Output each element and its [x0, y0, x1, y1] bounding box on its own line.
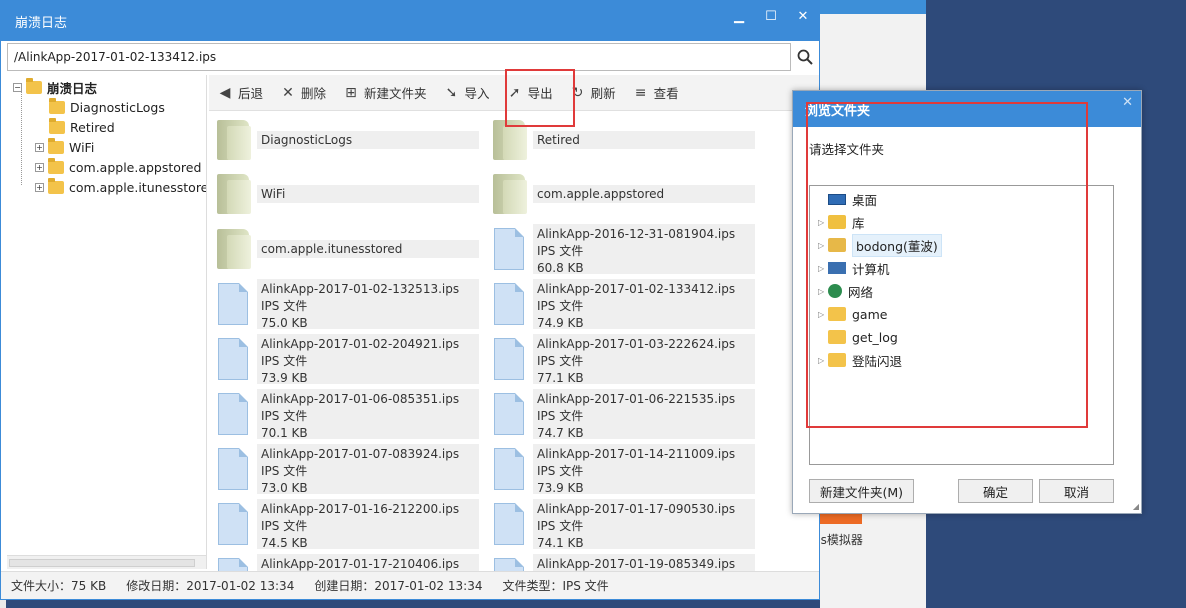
file-icon: [494, 393, 524, 435]
file-item[interactable]: AlinkApp-2017-01-06-085351.ips IPS 文件 70.1…: [209, 389, 479, 440]
file-icon: [218, 503, 248, 545]
file-icon: [494, 503, 524, 545]
file-item[interactable]: AlinkApp-2017-01-17-090530.ips IPS 文件 74.1…: [485, 499, 755, 550]
file-icon: [218, 338, 248, 380]
file-item[interactable]: AlinkApp-2017-01-16-212200.ips IPS 文件 74.5…: [209, 499, 479, 550]
file-icon: [494, 228, 524, 270]
file-item[interactable]: AlinkApp-2017-01-14-211009.ips IPS 文件 73.9…: [485, 444, 755, 495]
highlight-dialog: [806, 102, 1088, 428]
folder-icon: [49, 117, 65, 134]
dialog-ok-button[interactable]: 确定: [958, 479, 1033, 503]
file-icon: [218, 283, 248, 325]
delete-icon: ✕: [282, 84, 294, 101]
status-bar: 文件大小：75 KB 修改日期：2017-01-02 13:34 创建日期：20…: [1, 571, 819, 599]
tree-item-appstored[interactable]: + com.apple.appstored: [35, 157, 201, 177]
import-button[interactable]: ➘ 导入: [436, 83, 499, 102]
file-item[interactable]: AlinkApp-2017-01-02-132513.ips IPS 文件 75.0…: [209, 279, 479, 330]
file-icon: [218, 558, 248, 571]
tree-item-retired[interactable]: Retired: [49, 117, 115, 137]
close-icon[interactable]: ✕: [787, 1, 819, 31]
status-modified: 修改日期：2017-01-02 13:34: [126, 579, 295, 593]
expand-icon[interactable]: +: [35, 162, 44, 172]
folder-icon: [48, 157, 64, 174]
file-item[interactable]: AlinkApp-2017-01-07-083924.ips IPS 文件 73.0…: [209, 444, 479, 495]
delete-button[interactable]: ✕ 删除: [272, 83, 335, 102]
status-type: 文件类型：IPS 文件: [502, 579, 609, 593]
close-icon[interactable]: ✕: [1122, 95, 1133, 110]
status-size: 文件大小：75 KB: [11, 579, 107, 593]
view-icon: ≡: [634, 84, 647, 101]
folder-icon: [493, 174, 527, 214]
expand-icon[interactable]: +: [35, 182, 44, 192]
minimize-icon[interactable]: ▁: [723, 1, 755, 31]
folder-icon: [48, 137, 64, 154]
folder-item[interactable]: DiagnosticLogs: [209, 115, 479, 165]
file-icon: [494, 338, 524, 380]
file-item[interactable]: AlinkApp-2016-12-31-081904.ips IPS 文件 60.8…: [485, 224, 755, 275]
folder-item[interactable]: WiFi: [209, 169, 479, 219]
folder-icon: [217, 120, 251, 160]
file-item[interactable]: AlinkApp-2017-01-02-204921.ips IPS 文件 73.9…: [209, 334, 479, 385]
dialog-new-folder-button[interactable]: 新建文件夹(M): [809, 479, 914, 503]
file-item-selected[interactable]: AlinkApp-2017-01-02-133412.ips IPS 文件 74.9…: [485, 279, 755, 330]
folder-icon: [48, 177, 64, 194]
resize-grip-icon[interactable]: ◢: [1133, 502, 1139, 511]
import-icon: ➘: [445, 84, 458, 101]
collapse-icon[interactable]: −: [13, 82, 22, 92]
folder-icon: [26, 77, 42, 94]
file-icon: [494, 558, 524, 571]
view-button[interactable]: ≡ 查看: [625, 83, 688, 102]
tree-root[interactable]: − 崩溃日志: [13, 77, 97, 97]
folder-item[interactable]: com.apple.itunesstored: [209, 224, 479, 274]
search-icon[interactable]: [791, 43, 819, 71]
back-arrow-icon: ◀: [219, 84, 231, 101]
folder-item[interactable]: com.apple.appstored: [485, 169, 755, 219]
folder-tree: − 崩溃日志 DiagnosticLogs Retired + WiFi + c…: [7, 75, 207, 569]
folder-icon: [217, 229, 251, 269]
tree-item-diagnosticlogs[interactable]: DiagnosticLogs: [49, 97, 165, 117]
file-icon: [494, 283, 524, 325]
file-item[interactable]: AlinkApp-2017-01-19-085349.ips: [485, 554, 755, 571]
status-created: 创建日期：2017-01-02 13:34: [314, 579, 483, 593]
maximize-icon[interactable]: ☐: [755, 1, 787, 31]
crash-log-window: 崩溃日志 ▁ ☐ ✕ /AlinkApp-2017-01-02-133412.i…: [0, 0, 820, 600]
highlight-export: [505, 69, 575, 127]
new-folder-icon: ⊞: [345, 84, 357, 101]
back-button[interactable]: ◀ 后退: [209, 83, 272, 102]
new-folder-button[interactable]: ⊞ 新建文件夹: [335, 83, 436, 102]
tree-item-wifi[interactable]: + WiFi: [35, 137, 94, 157]
file-item[interactable]: AlinkApp-2017-01-03-222624.ips IPS 文件 77.1…: [485, 334, 755, 385]
file-icon: [218, 393, 248, 435]
file-icon: [218, 448, 248, 490]
file-item[interactable]: AlinkApp-2017-01-06-221535.ips IPS 文件 74.7…: [485, 389, 755, 440]
file-item[interactable]: AlinkApp-2017-01-17-210406.ips: [209, 554, 479, 571]
folder-icon: [49, 97, 65, 114]
tree-horizontal-scrollbar[interactable]: [7, 555, 206, 569]
tree-item-itunesstored[interactable]: + com.apple.itunesstored: [35, 177, 206, 197]
dialog-cancel-button[interactable]: 取消: [1039, 479, 1114, 503]
file-grid: DiagnosticLogs Retired WiFi com.apple.ap…: [209, 113, 769, 571]
file-icon: [494, 448, 524, 490]
address-bar[interactable]: /AlinkApp-2017-01-02-133412.ips: [7, 43, 791, 71]
window-titlebar: 崩溃日志 ▁ ☐ ✕: [1, 1, 819, 41]
expand-icon[interactable]: +: [35, 142, 44, 152]
window-title: 崩溃日志: [15, 15, 68, 31]
folder-icon: [217, 174, 251, 214]
